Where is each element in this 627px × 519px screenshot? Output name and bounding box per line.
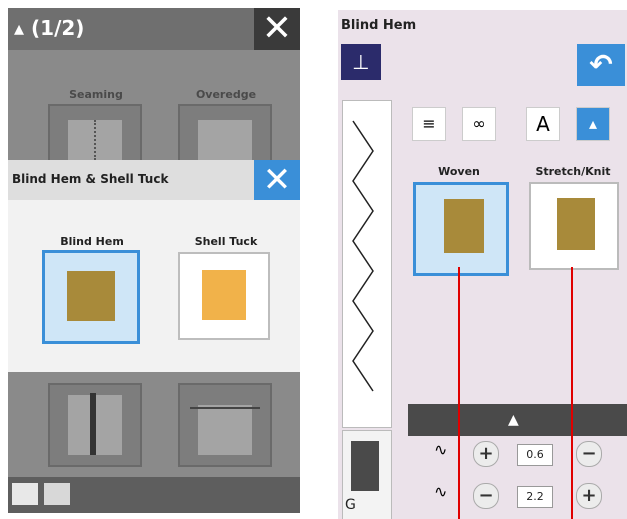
overedge-button[interactable] xyxy=(178,104,272,162)
label-overedge: Overedge xyxy=(195,88,257,101)
woven-button[interactable] xyxy=(413,182,509,276)
presser-foot-indicator: G xyxy=(342,430,392,519)
header-title: ▴ (1/2) xyxy=(14,16,85,40)
annotation-line-stretch-knit xyxy=(571,267,573,519)
increase-width-button[interactable]: + xyxy=(473,441,499,467)
screen-title: Blind Hem xyxy=(341,18,417,33)
bottom-toolbar xyxy=(8,477,300,513)
stitch-preview xyxy=(342,100,392,428)
shell-tuck-icon xyxy=(202,270,246,320)
letter-tab[interactable]: A xyxy=(526,107,560,141)
option-label-shell-tuck: Shell Tuck xyxy=(194,235,258,248)
stretch-knit-button[interactable] xyxy=(529,182,619,270)
add-presser-foot-icon[interactable] xyxy=(44,483,70,505)
blind-hem-woven-icon xyxy=(444,199,484,253)
utility-stitch-tab[interactable]: ≡ xyxy=(412,107,446,141)
option-label-stretch-knit: Stretch/Knit xyxy=(535,165,611,178)
gathering-button[interactable] xyxy=(178,383,272,467)
sewing-machine-icon[interactable] xyxy=(12,483,38,505)
stitch-width-icon: ∿ xyxy=(434,440,448,459)
decrease-length-button[interactable]: − xyxy=(473,483,499,509)
chevron-up-icon: ▲ xyxy=(508,412,519,428)
blind-hem-knit-icon xyxy=(557,198,595,250)
needle-position-button[interactable]: ⊥ xyxy=(341,44,381,80)
width-value: 0.6 xyxy=(517,444,553,466)
decorative-stitch-tab[interactable]: ∞ xyxy=(462,107,496,141)
close-button[interactable]: ✕ xyxy=(254,8,300,50)
length-value: 2.2 xyxy=(517,486,553,508)
zipper-icon xyxy=(90,393,96,455)
back-button[interactable]: ↶ xyxy=(577,44,625,86)
option-label-blind-hem: Blind Hem xyxy=(60,235,124,248)
blind-hem-stitch-preview xyxy=(352,120,374,392)
popup-close-button[interactable]: ✕ xyxy=(254,160,300,200)
popup-dialog: Blind Hem & Shell Tuck ✕ Blind Hem Shell… xyxy=(8,160,300,372)
zipper-button[interactable] xyxy=(48,383,142,467)
option-label-woven: Woven xyxy=(438,165,480,178)
annotation-line-woven xyxy=(458,267,460,519)
shirt-icon: ▴ xyxy=(14,16,25,40)
seaming-button[interactable] xyxy=(48,104,142,162)
settings-expand-bar[interactable]: ▲ xyxy=(408,404,627,436)
utility-stitch-icon: ≡ xyxy=(422,114,436,133)
decrease-width-button[interactable]: − xyxy=(576,441,602,467)
label-seaming: Seaming xyxy=(69,88,123,101)
blind-hem-icon xyxy=(67,271,115,321)
decorative-stitch-icon: ∞ xyxy=(472,114,486,133)
increase-length-button[interactable]: + xyxy=(576,483,602,509)
shell-tuck-button[interactable] xyxy=(178,252,270,340)
stitch-length-icon: ∿ xyxy=(434,482,448,501)
right-screen: Blind Hem ⊥ ↶ B▲ ≡ ∞ A ▴ Woven Stretch/K… xyxy=(338,10,627,519)
shirt-icon: ▴ xyxy=(588,114,598,133)
garment-tab[interactable]: ▴ xyxy=(576,107,610,141)
presser-foot-icon xyxy=(351,441,379,491)
popup-title: Blind Hem & Shell Tuck xyxy=(12,172,169,186)
presser-foot-label: G xyxy=(345,497,356,513)
blind-hem-button[interactable] xyxy=(42,250,140,344)
